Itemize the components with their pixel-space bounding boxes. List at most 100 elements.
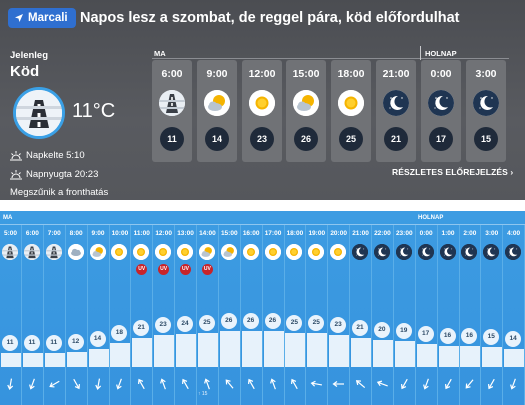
hour-column[interactable]: 11:00 UV 21 [131,225,154,405]
temperature-value: 20 [373,321,390,338]
wind-direction-icon [332,381,345,387]
forecast-time: 6:00 [161,68,183,80]
moon-icon [461,244,478,260]
forecast-card[interactable]: 0:00 17 [421,60,461,162]
wind-gust-note: ↑ 15 [198,391,208,397]
sun-icon [249,90,275,116]
hour-column[interactable]: 22:00 20 [372,225,394,405]
hour-column[interactable]: 15:00 26 [219,225,241,405]
hour-column[interactable]: 23:00 19 [394,225,416,405]
forecast-card[interactable]: 9:00 14 [197,60,237,162]
temperature-bar [285,332,306,367]
hour-column[interactable]: 13:00 UV 24 [175,225,197,405]
wind-direction-icon [465,379,474,389]
hour-column[interactable]: 8:00 12 [66,225,88,405]
temperature-bar [307,332,328,367]
hour-column[interactable]: 16:00 26 [241,225,263,405]
temperature-value: 11 [23,335,40,351]
hour-column[interactable]: 2:00 16 [459,225,482,405]
forecast-temp: 23 [250,127,274,151]
hour-column[interactable]: 7:00 11 [44,225,66,405]
moon-icon [352,244,368,260]
wind-direction-icon [7,378,14,390]
forecast-time: 3:00 [475,68,497,80]
location-button[interactable]: Marcali [8,8,76,28]
forecast-card[interactable]: 12:00 23 [242,60,282,162]
hour-column[interactable]: 12:00 UV 23 [153,225,176,405]
temperature-value: 25 [286,314,303,331]
hour-column[interactable]: 0:00 17 [416,225,438,405]
forecast-card[interactable]: 21:00 21 [376,60,416,162]
hour-label: 13:00 [177,230,194,237]
hour-label: 18:00 [286,230,304,237]
moon-icon [428,90,454,116]
uv-warning-icon: UV [201,264,213,275]
moon-icon [373,244,390,260]
temperature-bar [154,335,175,367]
fog-icon [45,244,62,260]
wind-direction-icon [376,380,388,387]
hour-column[interactable]: 10:00 18 [109,225,132,405]
hour-label: 22:00 [374,230,391,237]
hour-column[interactable]: 6:00 11 [22,225,44,405]
hour-label: 12:00 [155,230,172,237]
temperature-bar [504,348,525,367]
temperature-bar [351,338,371,367]
forecast-headline[interactable]: Napos lesz a szombat, de reggel pára, kö… [80,8,460,28]
temperature-value: 16 [439,327,456,344]
hour-column[interactable]: 5:00 11 [0,225,22,405]
wind-direction-icon [225,379,234,389]
forecast-time: 0:00 [430,68,452,80]
now-condition: Köd [10,63,40,80]
sunset-text: Napnyugta 20:23 [26,169,99,180]
location-arrow-icon [15,14,23,22]
forecast-card[interactable]: 15:00 26 [286,60,326,162]
hour-column[interactable]: 14:00 UV 25 [197,225,219,405]
temperature-bar [460,345,481,367]
sun-icon [264,244,281,260]
sun-icon [286,244,303,260]
moon-icon [417,244,434,260]
hour-column[interactable]: 17:00 26 [263,225,285,405]
temperature-bar [132,338,153,367]
forecast-time: 9:00 [206,68,228,80]
hour-column[interactable]: 20:00 23 [328,225,351,405]
sunrise-icon [10,150,22,160]
hour-label: 7:00 [47,230,61,237]
temperature-bar [44,353,65,367]
hour-column[interactable]: 19:00 25 [306,225,329,405]
forecast-temp: 14 [205,127,229,151]
hour-label: 2:00 [463,230,477,237]
uv-warning-icon: UV [136,264,148,275]
moon-icon [383,90,409,116]
hour-column[interactable]: 3:00 15 [481,225,504,405]
temperature-bar [1,353,21,367]
hour-label: 23:00 [395,230,413,237]
temperature-value: 24 [177,315,193,332]
hour-column[interactable]: 1:00 16 [438,225,460,405]
temperature-value: 26 [242,313,259,329]
forecast-card[interactable]: 6:00 11 [152,60,192,162]
temperature-value: 12 [67,333,84,350]
temperature-value: 26 [264,313,281,329]
forecast-card[interactable]: 18:00 25 [331,60,371,162]
wind-direction-icon [291,378,299,390]
forecast-time: 21:00 [382,68,410,80]
hour-column[interactable]: 9:00 14 [88,225,110,405]
sunset-row: Napnyugta 20:23 [10,169,98,180]
wind-direction-icon [160,378,167,390]
forecast-temp: 25 [339,127,363,151]
hour-column[interactable]: 21:00 21 [350,225,372,405]
temperature-value: 23 [330,317,347,334]
detailed-forecast-link[interactable]: RÉSZLETES ELŐREJELZÉS › [392,167,513,177]
today-label: MA [3,215,13,221]
hour-column[interactable]: 4:00 14 [503,225,525,405]
forecast-card[interactable]: 3:00 15 [466,60,506,162]
temperature-bar [329,335,350,367]
temperature-value: 25 [308,314,325,331]
wind-direction-icon [422,378,429,390]
temperature-value: 18 [111,324,128,341]
current-weather-panel: Marcali Napos lesz a szombat, de reggel … [0,0,525,200]
cloud-icon [67,244,84,260]
hour-column[interactable]: 18:00 25 [284,225,307,405]
